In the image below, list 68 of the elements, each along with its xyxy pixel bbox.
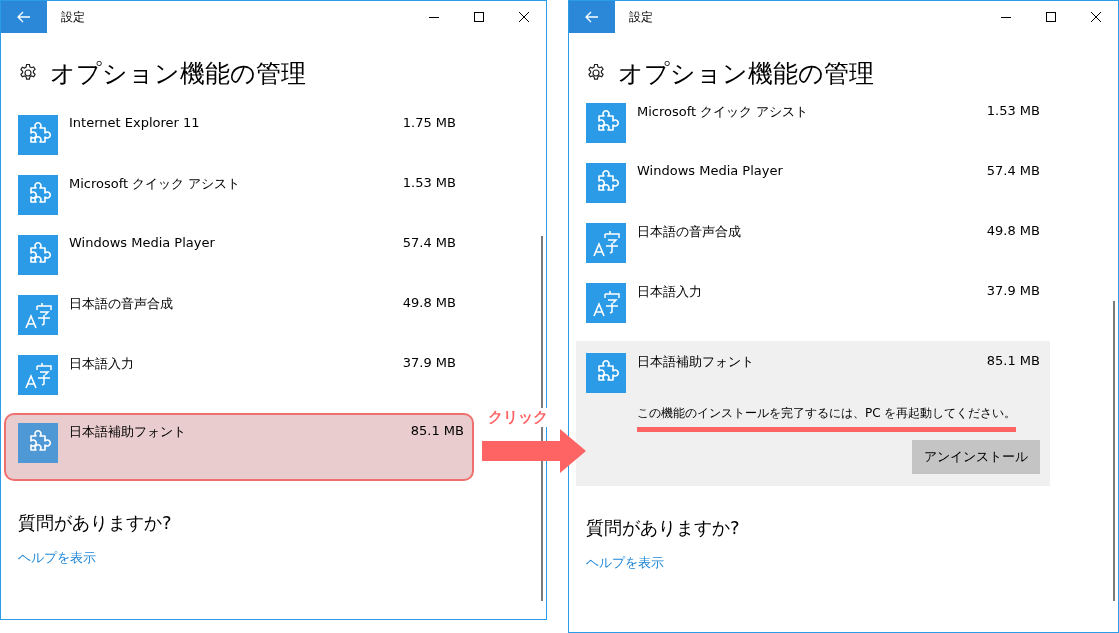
puzzle-icon — [586, 163, 626, 203]
help-heading: 質問がありますか? — [586, 515, 741, 540]
scrollbar[interactable] — [541, 236, 543, 601]
feature-size: 1.53 MB — [402, 175, 456, 190]
back-arrow-icon — [17, 11, 31, 23]
feature-name: 日本語の音声合成 — [69, 295, 174, 313]
feature-size: 1.53 MB — [986, 103, 1040, 118]
puzzle-icon — [586, 353, 626, 393]
window-title: 設定 — [629, 8, 654, 26]
puzzle-icon — [18, 235, 58, 275]
maximize-icon — [1045, 12, 1056, 22]
feature-size: 85.1 MB — [410, 423, 464, 438]
puzzle-icon — [586, 103, 626, 143]
help-heading: 質問がありますか? — [18, 511, 173, 535]
feature-item[interactable]: 日本語の音声合成 49.8 MB — [8, 293, 466, 353]
feature-name: 日本語入力 — [637, 283, 703, 301]
feature-size: 57.4 MB — [986, 163, 1040, 178]
feature-item[interactable]: Windows Media Player 57.4 MB — [576, 161, 1050, 221]
puzzle-icon — [18, 115, 58, 155]
arrow-icon — [482, 429, 586, 473]
puzzle-icon — [18, 175, 58, 215]
feature-item[interactable]: 日本語補助フォント 85.1 MB — [4, 413, 474, 481]
feature-name: 日本語補助フォント — [69, 423, 187, 441]
close-icon — [518, 12, 529, 22]
feature-size: 37.9 MB — [402, 355, 456, 370]
settings-icon — [18, 63, 38, 83]
page-heading: オプション機能の管理 — [50, 57, 306, 90]
restart-message: この機能のインストールを完了するには、PC を再起動してください。 — [637, 405, 1017, 432]
feature-name: 日本語の音声合成 — [637, 223, 742, 241]
feature-name: Microsoft クイック アシスト — [637, 103, 810, 121]
feature-name: Windows Media Player — [637, 163, 784, 178]
feature-name: Microsoft クイック アシスト — [69, 175, 242, 193]
click-label: クリック — [486, 408, 550, 427]
feature-size: 37.9 MB — [986, 283, 1040, 298]
uninstall-button[interactable]: アンインストール — [912, 439, 1040, 474]
feature-size: 85.1 MB — [986, 353, 1040, 368]
window-title: 設定 — [61, 8, 86, 26]
feature-item[interactable]: 日本語入力 37.9 MB — [576, 281, 1050, 341]
puzzle-icon — [18, 423, 58, 463]
feature-size: 1.75 MB — [402, 115, 456, 130]
language-icon — [586, 223, 626, 263]
feature-size: 49.8 MB — [402, 295, 456, 310]
language-icon — [18, 295, 58, 335]
page-heading: オプション機能の管理 — [618, 57, 874, 90]
feature-item[interactable]: Internet Explorer 11 1.75 MB — [8, 113, 466, 173]
language-icon — [586, 283, 626, 323]
feature-name: 日本語入力 — [69, 355, 135, 373]
feature-item[interactable]: Microsoft クイック アシスト 1.53 MB — [576, 101, 1050, 161]
feature-item[interactable]: Microsoft クイック アシスト 1.53 MB — [8, 173, 466, 233]
maximize-icon — [473, 12, 484, 22]
settings-icon — [586, 63, 606, 83]
close-icon — [1090, 12, 1101, 22]
feature-size: 49.8 MB — [986, 223, 1040, 238]
feature-item[interactable]: 日本語補助フォント 85.1 MB この機能のインストールを完了するには、PC を再起動してください。 アンインストール — [576, 341, 1050, 486]
back-button[interactable] — [1, 1, 47, 33]
help-link[interactable]: ヘルプを表示 — [586, 553, 664, 572]
feature-name: Internet Explorer 11 — [69, 115, 201, 130]
feature-item[interactable]: 日本語入力 37.9 MB — [8, 353, 466, 413]
back-arrow-icon — [585, 11, 599, 23]
help-link[interactable]: ヘルプを表示 — [18, 549, 96, 567]
feature-item[interactable]: 日本語の音声合成 49.8 MB — [576, 221, 1050, 281]
scrollbar[interactable] — [1113, 301, 1115, 601]
feature-item[interactable]: Windows Media Player 57.4 MB — [8, 233, 466, 293]
feature-name: 日本語補助フォント — [637, 353, 755, 371]
feature-size: 57.4 MB — [402, 235, 456, 250]
feature-name: Windows Media Player — [69, 235, 216, 250]
back-button[interactable] — [569, 1, 615, 33]
language-icon — [18, 355, 58, 395]
